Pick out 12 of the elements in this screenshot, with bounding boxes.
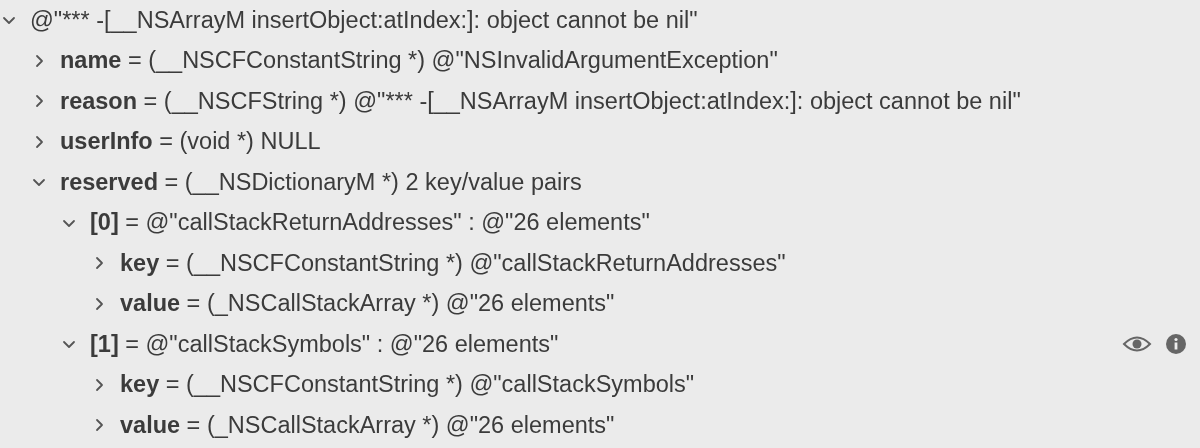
variable-text[interactable]: reason = (__NSCFString *) @"*** -[__NSArrayM insertObject:atIndex:]: object cannot be nil" xyxy=(60,87,1021,115)
variable-text[interactable]: reserved = (__NSDictionaryM *) 2 key/value pairs xyxy=(60,168,582,196)
variable-text[interactable]: name = (__NSCFConstantString *) @"NSInvalidArgumentException" xyxy=(60,47,778,75)
info-icon[interactable] xyxy=(1166,334,1186,355)
variable-text[interactable]: @"*** -[__NSArrayM insertObject:atIndex:]: object cannot be nil" xyxy=(30,6,698,34)
variable-text[interactable]: [1] = @"callStackSymbols" : @"26 elements" xyxy=(90,330,559,358)
variable-text[interactable]: [0] = @"callStackReturnAddresses" : @"26 elements" xyxy=(90,209,650,237)
variable-text[interactable]: userInfo = (void *) NULL xyxy=(60,128,321,156)
variable-text[interactable]: key = (__NSCFConstantString *) @"callStackReturnAddresses" xyxy=(120,249,786,277)
variable-text[interactable]: value = (_NSCallStackArray *) @"26 elements" xyxy=(120,290,615,318)
variable-text[interactable]: key = (__NSCFConstantString *) @"callStackSymbols" xyxy=(120,371,695,399)
variable-text[interactable]: value = (_NSCallStackArray *) @"26 elements" xyxy=(120,411,615,439)
